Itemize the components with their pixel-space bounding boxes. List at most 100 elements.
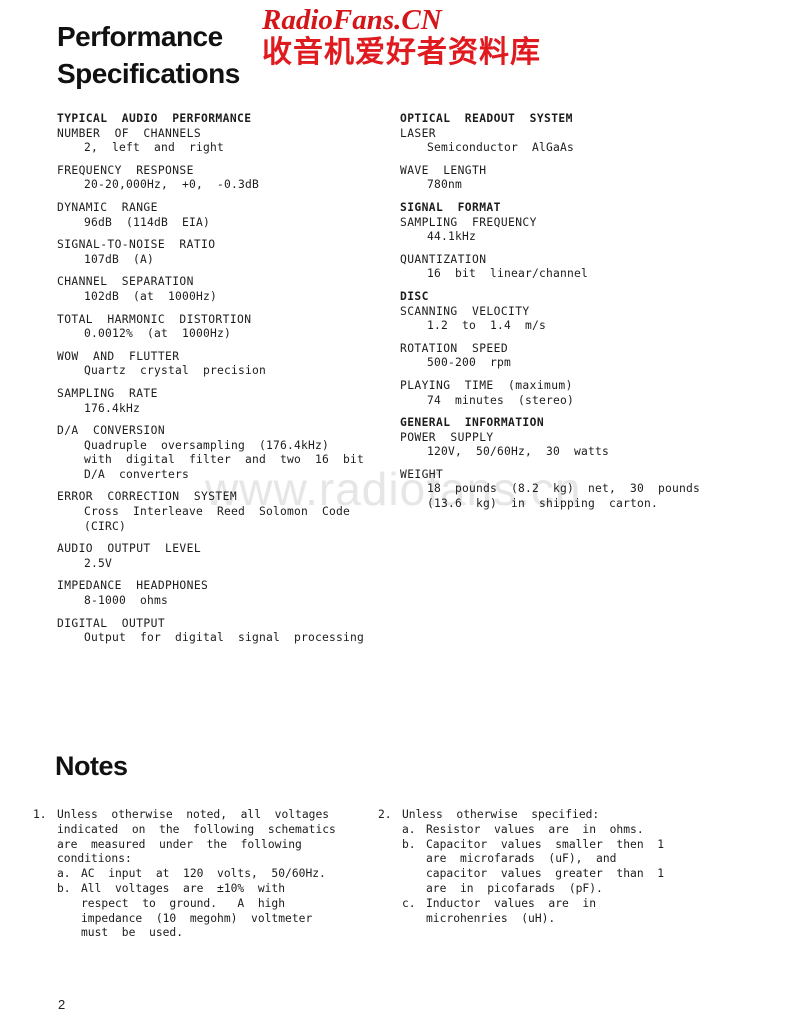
- spec-label: SAMPLING FREQUENCY: [400, 215, 537, 229]
- site-logo-english: RadioFans.CN: [262, 4, 442, 36]
- note-sub-line: are microfarads (uF), and: [426, 852, 617, 866]
- spec-value: Output for digital signal processing: [84, 631, 365, 645]
- spec-label: SIGNAL-TO-NOISE RATIO: [57, 238, 216, 252]
- note-sub-item: a. Resistor values are in ohms.: [402, 823, 723, 838]
- note-sub-letter: c.: [402, 896, 416, 910]
- spec-label: DIGITAL OUTPUT: [57, 616, 166, 630]
- note-sub-line: microhenries (uH).: [426, 911, 556, 925]
- spec-value: Semiconductor AlGaAs: [427, 141, 575, 155]
- note-sub-line: impedance (10 megohm) voltmeter: [81, 911, 313, 925]
- spec-group: WAVE LENGTH 780nm: [400, 164, 730, 193]
- spec-label: IMPEDANCE HEADPHONES: [57, 579, 209, 593]
- note-sub-letter: a.: [57, 867, 71, 881]
- note-number: 1.: [33, 808, 47, 821]
- spec-label: WAVE LENGTH: [400, 163, 487, 177]
- spec-value: 1.2 to 1.4 m/s: [427, 319, 547, 333]
- note-sub-letter: b.: [57, 881, 71, 895]
- spec-group: AUDIO OUTPUT LEVEL 2.5V: [57, 542, 387, 571]
- spec-group: SAMPLING RATE 176.4kHz: [57, 387, 387, 416]
- spec-value: 20-20,000Hz, +0, -0.3dB: [84, 178, 260, 192]
- notes-right-column: 2. Unless otherwise specified: a. Resistor …: [378, 808, 723, 926]
- site-logo: RadioFans.CN 收音机爱好者资料库: [262, 6, 562, 68]
- spec-value: 0.0012% (at 1000Hz): [84, 327, 232, 341]
- spec-value: Cross Interleave Reed Solomon Code: [84, 505, 351, 519]
- spec-group-title: TYPICAL AUDIO PERFORMANCE: [57, 112, 252, 125]
- spec-group: FREQUENCY RESPONSE 20-20,000Hz, +0, -0.3d…: [57, 164, 387, 193]
- section-title-notes: Notes: [55, 751, 128, 781]
- spec-group: QUANTIZATION 16 bit linear/channel: [400, 253, 730, 282]
- spec-group-title: DISC: [400, 289, 429, 303]
- spec-group: DYNAMIC RANGE 96dB (114dB EIA): [57, 201, 387, 230]
- note-line: are measured under the following: [57, 837, 302, 851]
- note-sub-item: b. All voltages are ±10% with respect to g…: [57, 882, 378, 941]
- spec-value: (13.6 kg) in shipping carton.: [427, 497, 659, 511]
- spec-value: Quartz crystal precision: [84, 364, 267, 378]
- spec-label: D/A CONVERSION: [57, 424, 166, 438]
- note-sub-item: b. Capacitor values smaller then 1 are mic…: [402, 838, 723, 897]
- spec-group: ERROR CORRECTION SYSTEM Cross Interleave …: [57, 490, 387, 534]
- spec-label: AUDIO OUTPUT LEVEL: [57, 542, 202, 556]
- spec-value: 96dB (114dB EIA): [84, 215, 211, 229]
- spec-label: ROTATION SPEED: [400, 341, 509, 355]
- spec-label: POWER SUPPLY: [400, 430, 494, 444]
- note-sub-line: capacitor values greater than 1: [426, 867, 665, 881]
- spec-label: ERROR CORRECTION SYSTEM: [57, 490, 238, 504]
- spec-group-title: OPTICAL READOUT SYSTEM: [400, 112, 573, 125]
- spec-value: with digital filter and two 16 bit: [84, 453, 365, 467]
- notes-left-column: 1. Unless otherwise noted, all voltages in…: [33, 808, 378, 941]
- spec-value: 8-1000 ohms: [84, 594, 169, 608]
- spec-value: 500-200 rpm: [427, 356, 512, 370]
- note-item: 1. Unless otherwise noted, all voltages in…: [33, 808, 378, 941]
- note-sub-line: are in picofarads (pF).: [426, 881, 603, 895]
- spec-label: SAMPLING RATE: [57, 386, 158, 400]
- spec-label: WOW AND FLUTTER: [57, 349, 180, 363]
- spec-group: TYPICAL AUDIO PERFORMANCE NUMBER OF CHANN…: [57, 112, 387, 156]
- spec-label: CHANNEL SEPARATION: [57, 275, 194, 289]
- note-line: Unless otherwise noted, all voltages: [57, 808, 330, 821]
- spec-group: OPTICAL READOUT SYSTEM LASER Semiconductor…: [400, 112, 730, 156]
- spec-value: 2, left and right: [84, 141, 225, 155]
- spec-value: 16 bit linear/channel: [427, 267, 589, 281]
- spec-group: DISC SCANNING VELOCITY 1.2 to 1.4 m/s: [400, 290, 730, 334]
- note-item: 2. Unless otherwise specified: a. Resistor …: [378, 808, 723, 926]
- note-sub-line: respect to ground. A high: [81, 896, 286, 910]
- specs-right-column: OPTICAL READOUT SYSTEM LASER Semiconductor…: [400, 112, 730, 512]
- note-line: conditions:: [57, 852, 132, 866]
- spec-label: FREQUENCY RESPONSE: [57, 163, 194, 177]
- spec-value: 44.1kHz: [427, 230, 477, 244]
- note-sub-line: Resistor values are in ohms.: [426, 822, 644, 836]
- spec-group: WEIGHT 18 pounds (8.2 kg) net, 30 pounds(…: [400, 468, 730, 512]
- spec-group-title: GENERAL INFORMATION: [400, 416, 545, 430]
- spec-label: PLAYING TIME (maximum): [400, 378, 573, 392]
- note-sub-letter: a.: [402, 822, 416, 836]
- site-logo-chinese: 收音机爱好者资料库: [262, 35, 541, 70]
- spec-value: D/A converters: [84, 467, 190, 481]
- spec-group: GENERAL INFORMATION POWER SUPPLY 120V, 50/…: [400, 416, 730, 460]
- note-sub-line: Capacitor values smaller then 1: [426, 837, 665, 851]
- spec-value: 176.4kHz: [84, 401, 141, 415]
- spec-value: 780nm: [427, 178, 463, 192]
- note-sub-line: Inductor values are in: [426, 896, 597, 910]
- spec-label: QUANTIZATION: [400, 252, 487, 266]
- spec-value: 102dB (at 1000Hz): [84, 289, 218, 303]
- spec-label: DYNAMIC RANGE: [57, 200, 158, 214]
- spec-label: NUMBER OF CHANNELS: [57, 126, 202, 140]
- spec-value: 2.5V: [84, 556, 113, 570]
- note-sub-letter: b.: [402, 837, 416, 851]
- note-line: indicated on the following schematics: [57, 822, 336, 836]
- spec-value: 120V, 50/60Hz, 30 watts: [427, 445, 610, 459]
- spec-group: WOW AND FLUTTER Quartz crystal precision: [57, 350, 387, 379]
- spec-value: 74 minutes (stereo): [427, 393, 575, 407]
- spec-group: SIGNAL FORMAT SAMPLING FREQUENCY 44.1kHz: [400, 201, 730, 245]
- note-sub-item: c. Inductor values are in microhenries (uH…: [402, 897, 723, 927]
- spec-value: Quadruple oversampling (176.4kHz): [84, 438, 330, 452]
- note-line: Unless otherwise specified:: [402, 808, 600, 821]
- spec-label: TOTAL HARMONIC DISTORTION: [57, 312, 252, 326]
- spec-group: IMPEDANCE HEADPHONES 8-1000 ohms: [57, 579, 387, 608]
- spec-group: PLAYING TIME (maximum) 74 minutes (stereo…: [400, 379, 730, 408]
- note-sub-line: must be used.: [81, 926, 184, 940]
- note-number: 2.: [378, 808, 392, 821]
- note-sub-line: AC input at 120 volts, 50/60Hz.: [81, 867, 326, 881]
- spec-value: (CIRC): [84, 519, 127, 533]
- note-sub-line: All voltages are ±10% with: [81, 881, 286, 895]
